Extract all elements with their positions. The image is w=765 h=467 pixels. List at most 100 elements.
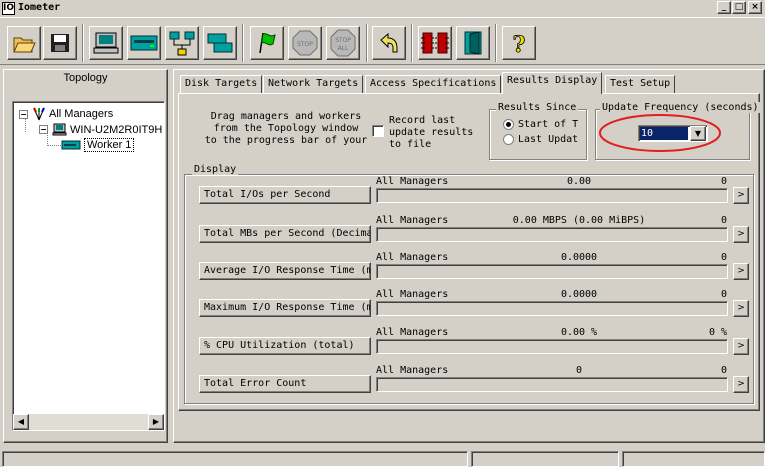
tree-node-worker[interactable]: Worker 1 xyxy=(61,138,135,152)
metric-more-button[interactable]: > xyxy=(733,376,749,393)
disconnect-button[interactable] xyxy=(418,26,452,60)
tab-disk-targets[interactable]: Disk Targets xyxy=(180,75,263,93)
metric-select-button[interactable]: Total MBs per Second (Decima xyxy=(199,225,371,243)
stop-all-button[interactable]: STOP ALL xyxy=(326,26,360,60)
metric-progress-bar[interactable] xyxy=(376,264,728,279)
all-managers-icon xyxy=(33,107,45,121)
reset-arrow-icon xyxy=(380,32,398,53)
toolbar-separator xyxy=(411,24,413,62)
start-network-worker-button[interactable] xyxy=(165,26,199,60)
stop-button[interactable]: STOP xyxy=(288,26,322,60)
topology-tree[interactable]: − All Managers − WIN-U2M2R0IT9H Worker 1… xyxy=(12,101,165,431)
metric-value: 0 xyxy=(575,365,583,376)
status-pane-secondary xyxy=(471,451,619,467)
reset-workers-button[interactable] xyxy=(372,26,406,60)
stop-sign-icon: STOP xyxy=(292,30,318,56)
tree-scroll-right-button[interactable]: ▶ xyxy=(148,414,164,430)
metric-progress-bar[interactable] xyxy=(376,188,728,203)
start-tests-button[interactable] xyxy=(250,26,284,60)
radio-unselected-icon xyxy=(503,134,514,145)
metric-more-button[interactable]: > xyxy=(733,300,749,317)
radio-last-update[interactable]: Last Updat xyxy=(503,134,578,145)
metric-max: 0 xyxy=(720,252,727,263)
about-button[interactable]: ? xyxy=(502,26,536,60)
results-display-panel: Drag managers and workers from the Topol… xyxy=(178,93,761,411)
status-pane-tertiary xyxy=(622,451,765,467)
radio-label: Start of T xyxy=(518,119,579,130)
collapse-icon[interactable]: − xyxy=(19,109,28,119)
svg-text:STOP: STOP xyxy=(335,37,351,44)
save-config-button[interactable] xyxy=(43,26,77,60)
svg-text:STOP: STOP xyxy=(297,41,313,48)
metric-manager-label: All Managers xyxy=(376,215,449,226)
metric-progress-bar[interactable] xyxy=(376,227,728,242)
iometer-logo-icon: IO xyxy=(2,2,15,15)
floppy-disk-icon xyxy=(51,34,69,52)
disk-worker-icon xyxy=(61,140,81,150)
tab-access-specifications[interactable]: Access Specifications xyxy=(365,75,502,93)
metric-select-button[interactable]: Average I/O Response Time (m xyxy=(199,262,371,280)
svg-text:ALL: ALL xyxy=(338,45,349,52)
record-last-update-label: Record last update results to file xyxy=(389,115,474,150)
metric-max: 0 % xyxy=(708,327,727,338)
drag-hint-text: Drag managers and workers from the Topol… xyxy=(204,111,368,146)
metric-value: 0.0000 xyxy=(560,289,598,300)
metric-more-button[interactable]: > xyxy=(733,338,749,355)
network-icon xyxy=(169,31,195,56)
duplicate-worker-button[interactable] xyxy=(203,26,237,60)
metric-more-button[interactable]: > xyxy=(733,263,749,280)
maximize-button[interactable]: □ xyxy=(732,1,746,14)
computer-icon xyxy=(52,123,67,136)
metric-progress-bar[interactable] xyxy=(376,377,728,392)
exit-button[interactable] xyxy=(456,26,490,60)
toolbar-separator xyxy=(242,24,244,62)
metric-max: 0 xyxy=(720,215,727,226)
minimize-button[interactable]: _ xyxy=(717,1,731,14)
disk-drive-icon xyxy=(130,35,158,51)
topology-title: Topology xyxy=(63,72,108,84)
title-bar: IO Iometer _ □ × xyxy=(0,0,765,18)
metric-select-button[interactable]: % CPU Utilization (total) xyxy=(199,337,371,355)
metric-value: 0.0000 xyxy=(560,252,598,263)
radio-label: Last Updat xyxy=(518,134,579,145)
toolbar-separator xyxy=(495,24,497,62)
metric-select-button[interactable]: Total I/Os per Second xyxy=(199,186,371,204)
start-disk-worker-button[interactable] xyxy=(127,26,161,60)
collapse-icon[interactable]: − xyxy=(39,125,48,134)
metric-value: 0.00 xyxy=(566,176,592,187)
metric-max: 0 xyxy=(720,365,727,376)
exit-door-icon xyxy=(464,31,482,55)
tree-node-all-managers[interactable]: − All Managers xyxy=(19,107,113,121)
tree-horizontal-scrollbar-track[interactable] xyxy=(29,414,148,430)
metric-select-button[interactable]: Maximum I/O Response Time (m xyxy=(199,299,371,317)
metric-max: 0 xyxy=(720,176,727,187)
metric-progress-bar[interactable] xyxy=(376,301,728,316)
tree-node-label: WIN-U2M2R0IT9H xyxy=(70,123,163,136)
metric-more-button[interactable]: > xyxy=(733,226,749,243)
metric-manager-label: All Managers xyxy=(376,327,449,338)
help-question-icon: ? xyxy=(512,32,526,56)
record-last-update-checkbox[interactable] xyxy=(372,125,384,137)
svg-text:?: ? xyxy=(513,32,526,56)
metric-value: 0.00 MBPS (0.00 MiBPS) xyxy=(512,215,646,226)
open-config-button[interactable] xyxy=(7,26,41,60)
metric-select-button[interactable]: Total Error Count xyxy=(199,375,371,393)
toolbar-separator xyxy=(82,24,84,62)
tree-node-label: Worker 1 xyxy=(84,138,135,152)
metric-manager-label: All Managers xyxy=(376,289,449,300)
annotation-circle xyxy=(599,114,721,152)
metric-progress-bar[interactable] xyxy=(376,339,728,354)
status-pane-main xyxy=(2,451,468,467)
tree-scroll-left-button[interactable]: ◀ xyxy=(13,414,29,430)
toolbar: STOP STOP ALL ? xyxy=(0,17,765,65)
close-button[interactable]: × xyxy=(748,1,762,14)
tree-node-manager[interactable]: − WIN-U2M2R0IT9H xyxy=(39,123,162,136)
tab-network-targets[interactable]: Network Targets xyxy=(263,75,364,93)
radio-start-of-test[interactable]: Start of T xyxy=(503,119,578,130)
start-new-manager-button[interactable] xyxy=(89,26,123,60)
tab-test-setup[interactable]: Test Setup xyxy=(605,75,676,93)
stop-all-sign-icon: STOP ALL xyxy=(330,29,356,57)
tab-results-display[interactable]: Results Display xyxy=(502,72,603,94)
metric-manager-label: All Managers xyxy=(376,365,449,376)
metric-more-button[interactable]: > xyxy=(733,187,749,204)
